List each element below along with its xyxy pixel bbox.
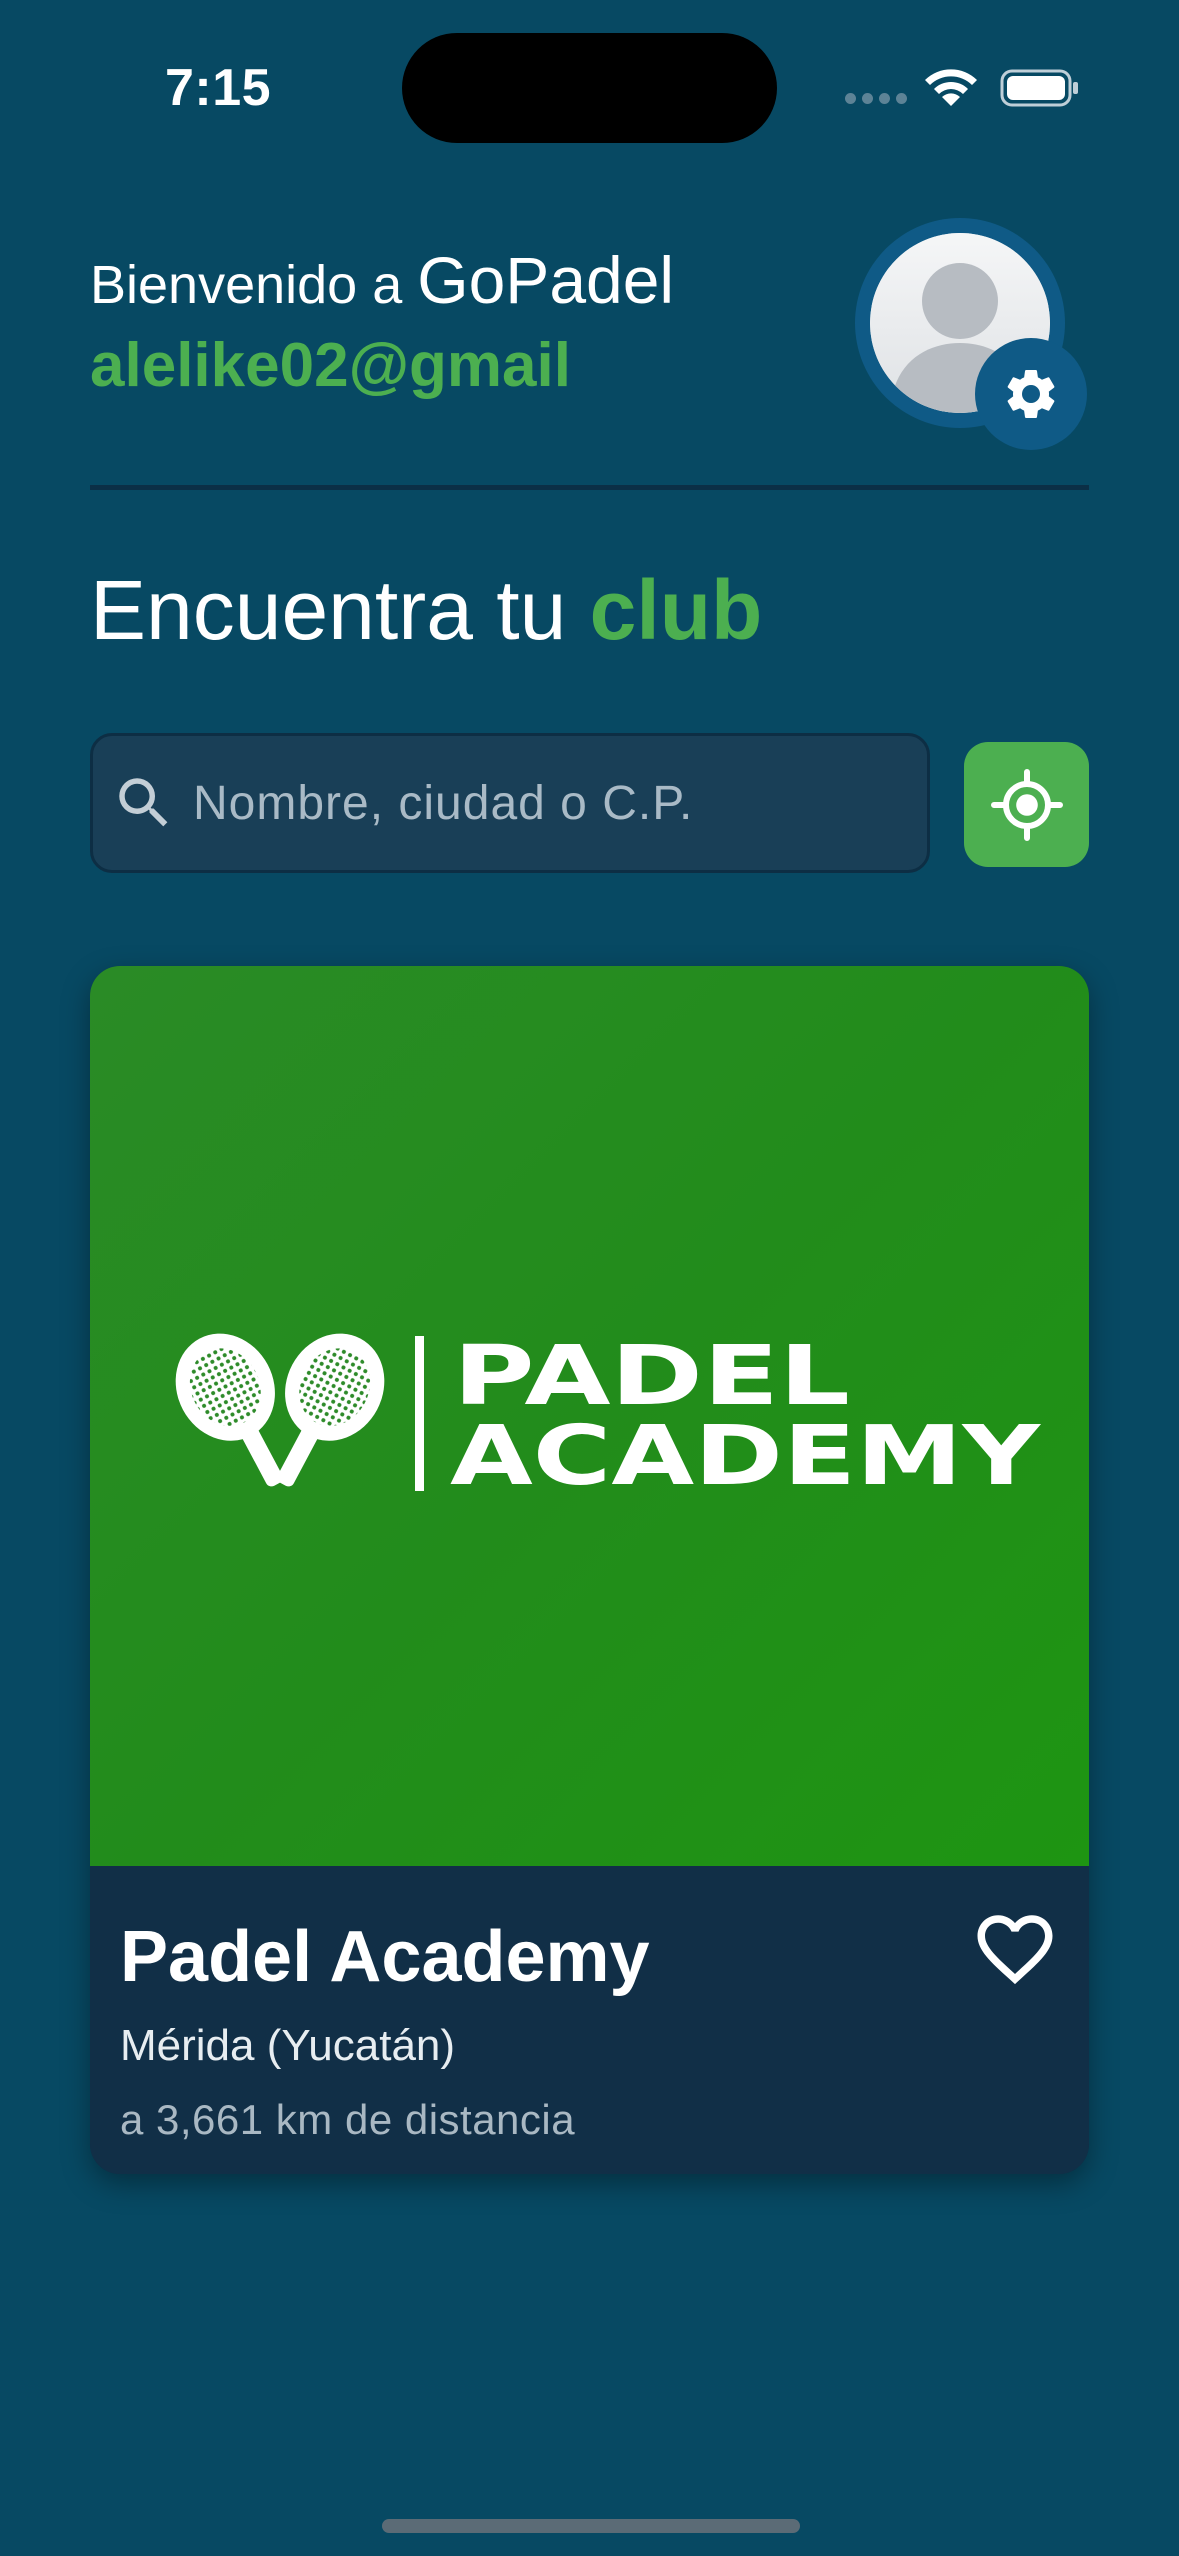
search-box[interactable] [90,733,930,873]
gear-icon [1007,369,1055,418]
welcome-text: Bienvenido a GoPadel [90,242,674,318]
locate-me-button[interactable] [964,742,1089,867]
club-info: Padel Academy Mérida (Yucatán) a 3,661 k… [90,1866,1089,2174]
cellular-signal-icon [845,93,907,104]
club-location: Mérida (Yucatán) [120,2021,456,2070]
dynamic-island [402,33,777,143]
wifi-icon [925,69,977,106]
search-icon [119,778,168,827]
welcome-prefix: Bienvenido a [90,255,418,315]
club-logo: PADEL ACADEMY [175,1329,1042,1504]
club-image: PADEL ACADEMY [90,966,1089,1866]
club-card[interactable]: PADEL ACADEMY Padel Academy Mérida (Yuca… [90,966,1089,2174]
user-email: alelike02@gmail [90,331,571,400]
app-name: GoPadel [417,243,675,317]
club-name: Padel Academy [120,1917,650,1997]
logo-line-2: ACADEMY [450,1409,1042,1504]
settings-button[interactable] [975,338,1087,450]
status-time: 7:15 [165,59,272,117]
title-accent: club [589,563,763,657]
club-distance: a 3,661 km de distancia [120,2096,576,2143]
search-input[interactable] [191,774,895,832]
header-divider [90,485,1089,490]
location-target-icon [990,768,1063,841]
battery-icon [1000,69,1078,107]
heart-outline-icon[interactable] [970,1904,1060,1994]
page-title: Encuentra tu club [90,562,762,659]
home-indicator [382,2519,800,2533]
title-prefix: Encuentra tu [90,563,590,657]
